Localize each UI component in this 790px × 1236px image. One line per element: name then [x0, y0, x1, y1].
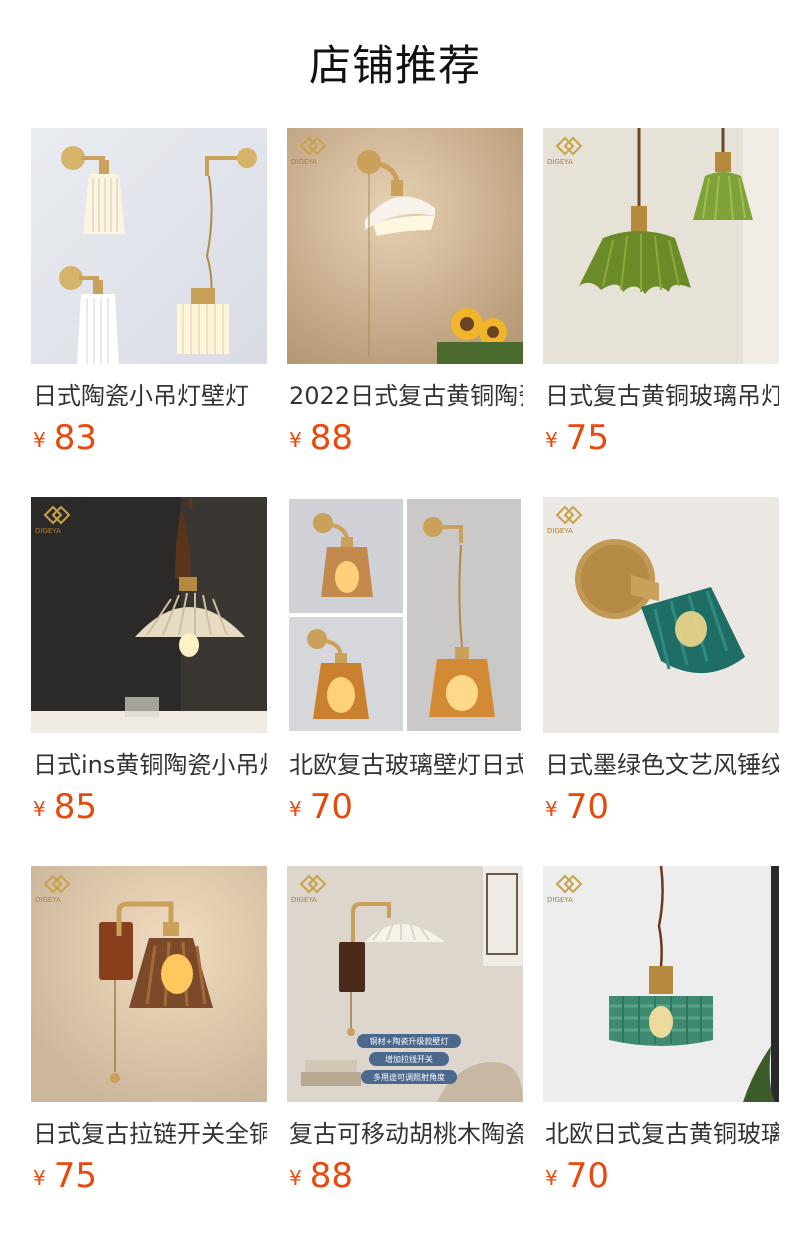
page-title: 店铺推荐	[308, 41, 481, 90]
currency-symbol: ¥	[545, 1166, 558, 1190]
product-image[interactable]: DIGEYA	[31, 497, 267, 733]
product-price: ¥70	[545, 1154, 609, 1198]
price-value: 75	[565, 418, 609, 458]
green-glass-pendant-icon: DIGEYA	[543, 128, 779, 364]
product-price: ¥75	[33, 1154, 97, 1198]
amber-glass-lamp-collage-icon	[287, 497, 523, 733]
price-value: 70	[309, 787, 353, 827]
product-card[interactable]: DIGEYA 铜材+陶瓷升级款壁灯 增加拉线开关 多用途可调照射角度 复古可移动…	[287, 866, 523, 1206]
feature-badge: 多用途可调照射角度	[373, 1072, 445, 1082]
product-card[interactable]: 北欧复古玻璃壁灯日式 ¥70	[287, 497, 523, 837]
product-image[interactable]: DIGEYA	[543, 866, 779, 1102]
product-name[interactable]: 2022日式复古黄铜陶瓷	[289, 380, 523, 412]
price-value: 88	[309, 1156, 353, 1196]
ceramic-wall-lamp-icon: DIGEYA	[287, 128, 523, 364]
product-name[interactable]: 北欧日式复古黄铜玻璃	[545, 1118, 779, 1150]
green-glass-wall-lamp-icon: DIGEYA	[543, 497, 779, 733]
product-card[interactable]: 日式陶瓷小吊灯壁灯 ¥83	[31, 128, 267, 468]
product-image[interactable]: DIGEYA	[31, 866, 267, 1102]
product-price: ¥70	[289, 785, 353, 829]
currency-symbol: ¥	[545, 428, 558, 452]
product-name[interactable]: 北欧复古玻璃壁灯日式	[289, 749, 523, 781]
product-price: ¥75	[545, 416, 609, 460]
product-price: ¥85	[33, 785, 97, 829]
svg-text:DIGEYA: DIGEYA	[35, 896, 61, 904]
walnut-ceramic-wall-lamp-icon: DIGEYA 铜材+陶瓷升级款壁灯 增加拉线开关 多用途可调照射角度	[287, 866, 523, 1102]
svg-text:DIGEYA: DIGEYA	[547, 158, 573, 166]
price-value: 83	[53, 418, 97, 458]
product-card[interactable]: DIGEYA 2022日式复古黄铜陶瓷 ¥88	[287, 128, 523, 468]
currency-symbol: ¥	[289, 797, 302, 821]
product-image[interactable]: DIGEYA	[543, 128, 779, 364]
product-image[interactable]: DIGEYA	[287, 128, 523, 364]
product-name[interactable]: 日式陶瓷小吊灯壁灯	[33, 380, 267, 412]
currency-symbol: ¥	[33, 797, 46, 821]
feature-badge: 铜材+陶瓷升级款壁灯	[370, 1036, 449, 1046]
feature-badges: 铜材+陶瓷升级款壁灯 增加拉线开关 多用途可调照射角度	[357, 1034, 461, 1084]
price-value: 75	[53, 1156, 97, 1196]
product-price: ¥70	[545, 785, 609, 829]
product-image[interactable]: DIGEYA 铜材+陶瓷升级款壁灯 增加拉线开关 多用途可调照射角度	[287, 866, 523, 1102]
svg-text:DIGEYA: DIGEYA	[547, 896, 573, 904]
currency-symbol: ¥	[33, 1166, 46, 1190]
currency-symbol: ¥	[289, 1166, 302, 1190]
product-name[interactable]: 日式ins黄铜陶瓷小吊灯	[33, 749, 267, 781]
svg-text:DIGEYA: DIGEYA	[547, 527, 573, 535]
product-name[interactable]: 日式复古拉链开关全铜	[33, 1118, 267, 1150]
product-card[interactable]: DIGEYA 日式复古拉链开关全铜 ¥75	[31, 866, 267, 1206]
currency-symbol: ¥	[33, 428, 46, 452]
product-card[interactable]: DIGEYA 日式ins黄铜陶瓷小吊灯 ¥85	[31, 497, 267, 837]
product-image[interactable]: DIGEYA	[543, 497, 779, 733]
ceramic-cone-pendant-icon: DIGEYA	[31, 497, 267, 733]
product-image[interactable]	[31, 128, 267, 364]
product-name[interactable]: 复古可移动胡桃木陶瓷	[289, 1118, 523, 1150]
svg-text:DIGEYA: DIGEYA	[291, 158, 317, 166]
currency-symbol: ¥	[545, 797, 558, 821]
product-card[interactable]: DIGEYA 日式墨绿色文艺风锤纹 ¥70	[543, 497, 779, 837]
feature-badge: 增加拉线开关	[385, 1054, 433, 1064]
product-card[interactable]: DIGEYA 日式复古黄铜玻璃吊灯 ¥75	[543, 128, 779, 468]
product-image[interactable]	[287, 497, 523, 733]
product-price: ¥88	[289, 416, 353, 460]
product-name[interactable]: 日式墨绿色文艺风锤纹	[545, 749, 779, 781]
ceramic-lamp-collage-icon	[31, 128, 267, 364]
product-price: ¥88	[289, 1154, 353, 1198]
product-name[interactable]: 日式复古黄铜玻璃吊灯	[545, 380, 779, 412]
price-value: 85	[53, 787, 97, 827]
green-glass-pendant-small-icon: DIGEYA	[543, 866, 779, 1102]
price-value: 88	[309, 418, 353, 458]
price-value: 70	[565, 1156, 609, 1196]
svg-text:DIGEYA: DIGEYA	[291, 896, 317, 904]
price-value: 70	[565, 787, 609, 827]
product-card[interactable]: DIGEYA 北欧日式复古黄铜玻璃 ¥70	[543, 866, 779, 1206]
svg-text:DIGEYA: DIGEYA	[35, 527, 61, 535]
amber-wall-lamp-icon: DIGEYA	[31, 866, 267, 1102]
currency-symbol: ¥	[289, 428, 302, 452]
product-price: ¥83	[33, 416, 97, 460]
